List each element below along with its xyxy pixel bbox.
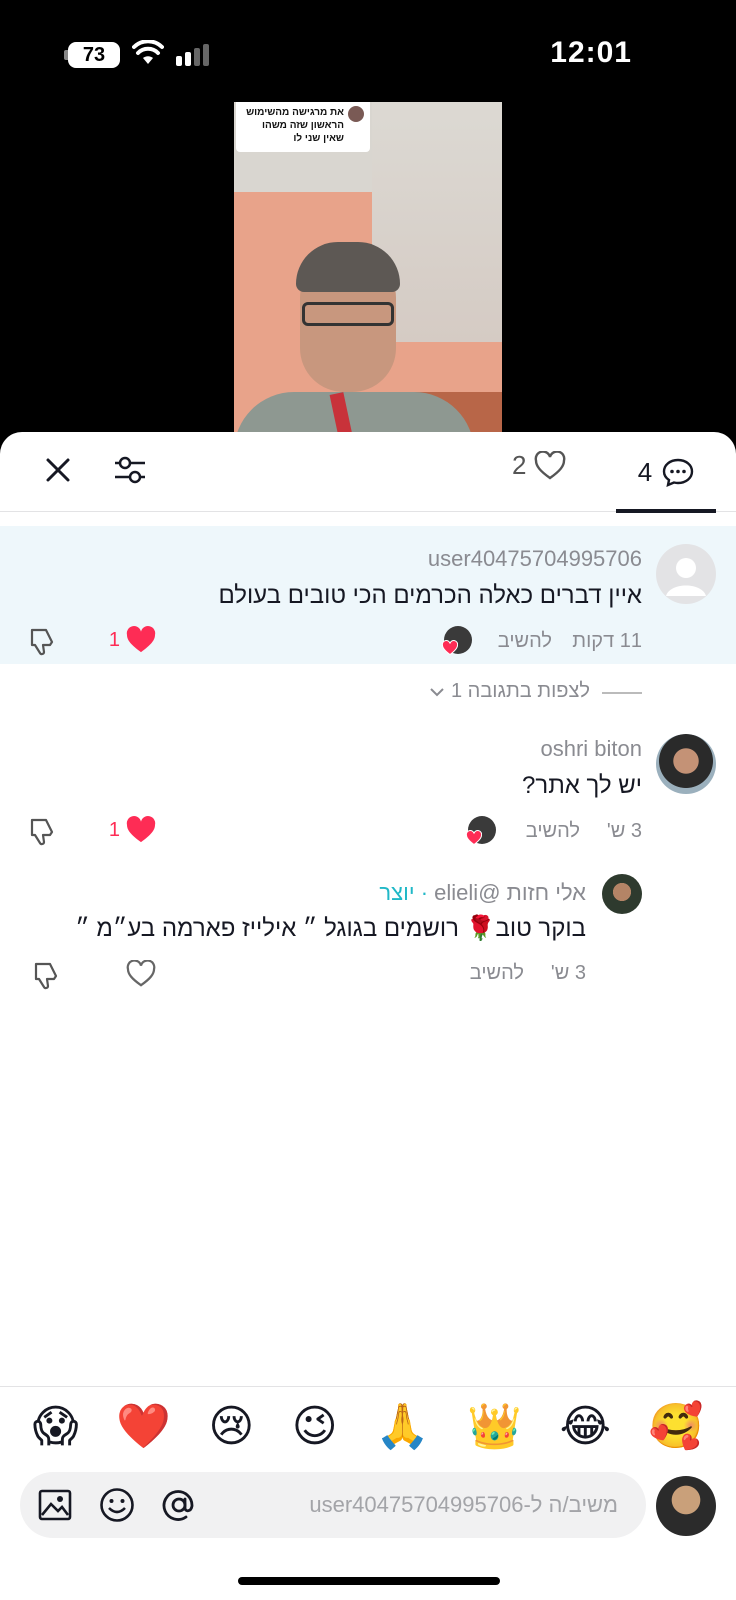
emoji-picker-icon[interactable] <box>98 1486 136 1524</box>
emoji-pray[interactable]: 🙏 <box>375 1404 430 1449</box>
heart-filled-icon <box>126 626 156 653</box>
cellular-signal-icon <box>176 44 209 66</box>
comment-username[interactable]: user40475704995706 <box>428 546 642 572</box>
emoji-joy[interactable]: 😂 <box>560 1404 611 1449</box>
mention-icon[interactable] <box>160 1486 198 1524</box>
comment-item: oshri biton יש לך אתר? 3 ש' להשיב 1 <box>0 728 736 858</box>
comment-text: בוקר טוב🌹 רושמים בגוגל ״ אילייז פארמה בע… <box>75 915 586 942</box>
creator-username: אלי חזות @elieli <box>434 880 586 905</box>
like-button[interactable]: 1 <box>109 816 156 844</box>
dislike-icon[interactable] <box>26 816 56 846</box>
wifi-icon <box>132 39 164 71</box>
comment-time: 3 ש' <box>606 820 642 842</box>
like-button[interactable]: 1 <box>109 626 156 654</box>
comment-time: 11 דקות <box>572 630 642 652</box>
reply-button[interactable]: להשיב <box>526 820 580 843</box>
battery-indicator: 73 <box>68 42 120 68</box>
comment-input-placeholder: משיב/ה ל-user40475704995706 <box>309 1492 618 1517</box>
video-caption-bubble: את מרגישה מהשימוש הראשון שזה משהו שאין ש… <box>236 102 370 152</box>
emoji-wink[interactable]: 😉 <box>292 1404 338 1449</box>
comment-text: יש לך אתר? <box>522 772 642 799</box>
view-replies-toggle[interactable]: לצפות בתגובה 1 <box>0 674 736 714</box>
video-person-shirt <box>234 392 474 432</box>
avatar-default[interactable] <box>656 544 716 604</box>
tab-likes[interactable]: 2 <box>512 450 566 481</box>
avatar-creator[interactable] <box>602 874 642 914</box>
image-icon[interactable] <box>36 1486 74 1524</box>
close-icon[interactable] <box>38 450 78 490</box>
dislike-icon[interactable] <box>26 626 56 656</box>
video-preview[interactable]: את מרגישה מהשימוש הראשון שזה משהו שאין ש… <box>234 102 502 432</box>
battery-level: 73 <box>82 43 106 66</box>
heart-outline-icon <box>535 450 566 479</box>
like-count: 1 <box>108 818 120 841</box>
chevron-down-icon <box>430 687 444 696</box>
heart-outline-icon[interactable] <box>126 960 156 988</box>
active-tab-underline <box>616 509 716 513</box>
view-replies-text: לצפות בתגובה 1 <box>450 680 590 702</box>
creator-heart-icon <box>466 830 482 846</box>
emoji-cry[interactable]: 😢 <box>208 1404 254 1449</box>
video-person-glasses <box>302 302 394 326</box>
comment-bubble-icon <box>663 458 694 487</box>
current-user-avatar <box>656 1476 716 1536</box>
comment-input[interactable]: משיב/ה ל-user40475704995706 <box>20 1472 646 1538</box>
comment-text: איין דברים כאלה הכרמים הכי טובים בעולם <box>218 582 642 609</box>
emoji-quick-bar: 😱 ❤️ 😢 😉 🙏 👑 😂 🥰 <box>0 1386 736 1466</box>
comment-username[interactable]: oshri biton <box>540 736 642 762</box>
emoji-crown[interactable]: 👑 <box>467 1404 522 1449</box>
sheet-header: 2 4 <box>0 432 736 513</box>
replies-divider-line <box>602 692 642 694</box>
likes-count: 2 <box>512 450 527 480</box>
emoji-hearts-face[interactable]: 🥰 <box>648 1404 703 1449</box>
filter-icon[interactable] <box>110 450 150 490</box>
comment-username[interactable]: אלי חזות @elieli · יוצר <box>379 880 586 906</box>
caption-avatar <box>348 106 364 122</box>
home-indicator <box>238 1577 500 1585</box>
tab-comments[interactable]: 4 <box>616 432 716 513</box>
dislike-icon[interactable] <box>30 960 60 990</box>
emoji-scream[interactable]: 😱 <box>33 1404 79 1449</box>
comment-time: 3 ש' <box>550 962 586 984</box>
creator-heart-icon <box>442 640 458 656</box>
creator-badge: · יוצר <box>379 880 429 905</box>
view-replies-label[interactable]: לצפות בתגובה 1 <box>429 680 590 703</box>
avatar-oshri[interactable] <box>656 734 716 794</box>
comment-reply-item: אלי חזות @elieli · יוצר בוקר טוב🌹 רושמים… <box>0 870 736 1000</box>
like-count: 1 <box>108 628 120 651</box>
clock: 12:01 <box>550 36 632 69</box>
reply-button[interactable]: להשיב <box>498 630 552 653</box>
reply-button[interactable]: להשיב <box>470 962 524 985</box>
comment-item: user40475704995706 איין דברים כאלה הכרמי… <box>0 526 736 664</box>
status-bar: 73 12:01 <box>0 0 736 100</box>
emoji-heart[interactable]: ❤️ <box>116 1404 171 1449</box>
heart-filled-icon <box>126 816 156 843</box>
video-caption-text: את מרגישה מהשימוש הראשון שזה משהו שאין ש… <box>246 107 344 144</box>
comments-count: 4 <box>637 456 653 487</box>
